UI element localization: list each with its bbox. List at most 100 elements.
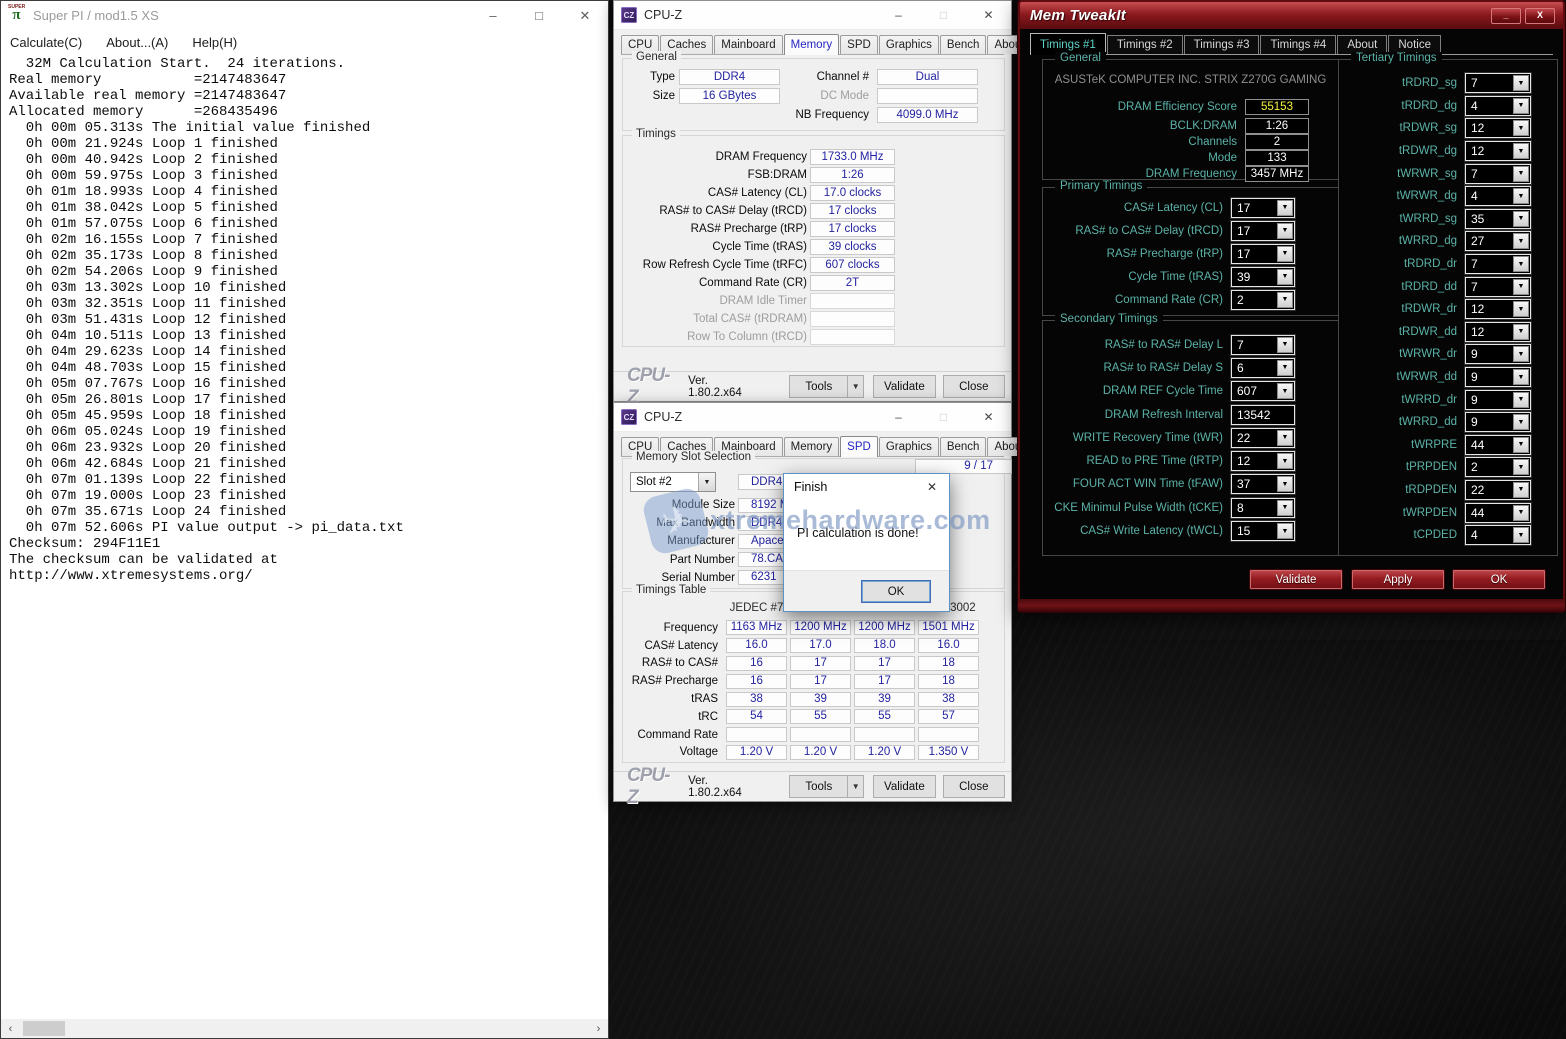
ok-button[interactable]: OK bbox=[861, 580, 931, 603]
dropdown-arrow-icon[interactable]: ▼ bbox=[1513, 346, 1529, 362]
validate-button[interactable]: Validate bbox=[1249, 569, 1343, 590]
cpuz-tab[interactable]: Memory bbox=[784, 34, 840, 55]
memtweakit-tab[interactable]: Timings #2 bbox=[1107, 35, 1183, 54]
timing-select[interactable]: 17 ▼ bbox=[1231, 244, 1295, 264]
scrollbar-thumb[interactable] bbox=[23, 1021, 65, 1036]
dropdown-arrow-icon[interactable]: ▼ bbox=[1513, 482, 1529, 498]
dropdown-arrow-icon[interactable]: ▼ bbox=[1277, 269, 1293, 285]
timing-select[interactable]: 22 ▼ bbox=[1465, 480, 1531, 500]
close-icon[interactable]: ✕ bbox=[966, 403, 1011, 431]
timing-select[interactable]: 39 ▼ bbox=[1231, 267, 1295, 287]
timing-select[interactable]: 17 ▼ bbox=[1231, 198, 1295, 218]
timing-select[interactable]: 7 ▼ bbox=[1465, 164, 1531, 184]
memtweakit-tab[interactable]: Timings #3 bbox=[1184, 35, 1260, 54]
timing-select[interactable]: 9 ▼ bbox=[1465, 390, 1531, 410]
minimize-icon[interactable]: – bbox=[876, 1, 921, 29]
memtweakit-titlebar[interactable]: Mem TweakIt _ X bbox=[1020, 2, 1563, 29]
scroll-left-icon[interactable]: ‹ bbox=[1, 1023, 20, 1035]
timing-select[interactable]: 12 ▼ bbox=[1465, 118, 1531, 138]
timing-select[interactable]: 9 ▼ bbox=[1465, 367, 1531, 387]
dropdown-arrow-icon[interactable]: ▼ bbox=[1513, 369, 1529, 385]
ok-button[interactable]: OK bbox=[1452, 569, 1546, 590]
close-icon[interactable]: X bbox=[1525, 8, 1555, 24]
minimize-icon[interactable]: – bbox=[470, 1, 516, 30]
cpuz-tab[interactable]: SPD bbox=[840, 35, 878, 54]
timing-select[interactable]: 4 ▼ bbox=[1465, 186, 1531, 206]
menu-item[interactable]: Help(H) bbox=[192, 35, 237, 50]
timing-select[interactable]: 6 ▼ bbox=[1231, 358, 1295, 378]
cpuz-titlebar[interactable]: CZ CPU-Z – □ ✕ bbox=[614, 1, 1011, 30]
menu-item[interactable]: Calculate(C) bbox=[10, 35, 82, 50]
dropdown-arrow-icon[interactable]: ▼ bbox=[1513, 233, 1529, 249]
dropdown-arrow-icon[interactable]: ▼ bbox=[1513, 301, 1529, 317]
dropdown-arrow-icon[interactable]: ▼ bbox=[698, 473, 715, 491]
timing-select[interactable]: 13542 ▼ bbox=[1231, 405, 1295, 425]
cpuz-tab[interactable]: SPD bbox=[840, 436, 878, 457]
timing-select[interactable]: 607 ▼ bbox=[1231, 381, 1295, 401]
dropdown-arrow-icon[interactable]: ▼ bbox=[1277, 246, 1293, 262]
dropdown-arrow-icon[interactable]: ▼ bbox=[1513, 527, 1529, 543]
cpuz-tab[interactable]: Bench bbox=[940, 437, 987, 456]
dropdown-arrow-icon[interactable]: ▼ bbox=[1277, 523, 1293, 539]
cpuz-tab[interactable]: Graphics bbox=[879, 35, 939, 54]
scroll-right-icon[interactable]: › bbox=[589, 1023, 608, 1035]
timing-select[interactable]: 22 ▼ bbox=[1231, 428, 1295, 448]
dropdown-arrow-icon[interactable]: ▼ bbox=[1277, 476, 1293, 492]
dropdown-arrow-icon[interactable]: ▼ bbox=[1513, 256, 1529, 272]
minimize-icon[interactable]: – bbox=[876, 403, 921, 431]
dropdown-arrow-icon[interactable]: ▼ bbox=[1513, 279, 1529, 295]
timing-select[interactable]: 8 ▼ bbox=[1231, 498, 1295, 518]
maximize-icon[interactable]: □ bbox=[516, 1, 562, 30]
timing-select[interactable]: 2 ▼ bbox=[1465, 457, 1531, 477]
horizontal-scrollbar[interactable]: ‹ › bbox=[1, 1019, 608, 1038]
tools-button[interactable]: Tools bbox=[789, 375, 848, 398]
timing-select[interactable]: 12 ▼ bbox=[1465, 299, 1531, 319]
dialog-titlebar[interactable]: Finish ✕ bbox=[784, 474, 949, 500]
timing-select[interactable]: 12 ▼ bbox=[1465, 322, 1531, 342]
close-icon[interactable]: ✕ bbox=[915, 474, 949, 500]
tools-dropdown-arrow-icon[interactable]: ▼ bbox=[847, 375, 864, 398]
dropdown-arrow-icon[interactable]: ▼ bbox=[1277, 430, 1293, 446]
cpuz-tab[interactable]: Memory bbox=[784, 437, 840, 456]
timing-select[interactable]: 27 ▼ bbox=[1465, 231, 1531, 251]
dropdown-arrow-icon[interactable]: ▼ bbox=[1513, 211, 1529, 227]
validate-button[interactable]: Validate bbox=[873, 775, 935, 798]
dropdown-arrow-icon[interactable]: ▼ bbox=[1513, 392, 1529, 408]
close-button[interactable]: Close bbox=[943, 375, 1005, 398]
dropdown-arrow-icon[interactable]: ▼ bbox=[1277, 500, 1293, 516]
cpuz-titlebar[interactable]: CZ CPU-Z – □ ✕ bbox=[614, 403, 1011, 432]
memtweakit-tab[interactable]: Timings #4 bbox=[1260, 35, 1336, 54]
timing-select[interactable]: 7 ▼ bbox=[1465, 277, 1531, 297]
timing-select[interactable]: 44 ▼ bbox=[1465, 435, 1531, 455]
cpuz-tab[interactable]: Graphics bbox=[879, 437, 939, 456]
slot-select[interactable]: Slot #2 ▼ bbox=[630, 472, 716, 492]
timing-select[interactable]: 7 ▼ bbox=[1465, 73, 1531, 93]
dropdown-arrow-icon[interactable]: ▼ bbox=[1277, 292, 1293, 308]
timing-select[interactable]: 15 ▼ bbox=[1231, 521, 1295, 541]
timing-select[interactable]: 2 ▼ bbox=[1231, 290, 1295, 310]
dropdown-arrow-icon[interactable]: ▼ bbox=[1513, 188, 1529, 204]
dropdown-arrow-icon[interactable]: ▼ bbox=[1513, 75, 1529, 91]
dropdown-arrow-icon[interactable]: ▼ bbox=[1513, 437, 1529, 453]
dropdown-arrow-icon[interactable]: ▼ bbox=[1513, 324, 1529, 340]
dropdown-arrow-icon[interactable]: ▼ bbox=[1277, 360, 1293, 376]
dropdown-arrow-icon[interactable]: ▼ bbox=[1513, 459, 1529, 475]
dropdown-arrow-icon[interactable]: ▼ bbox=[1513, 166, 1529, 182]
dropdown-arrow-icon[interactable]: ▼ bbox=[1513, 414, 1529, 430]
timing-select[interactable]: 4 ▼ bbox=[1465, 525, 1531, 545]
tools-button[interactable]: Tools bbox=[789, 775, 848, 798]
cpuz-tab[interactable]: Mainboard bbox=[714, 35, 782, 54]
timing-select[interactable]: 37 ▼ bbox=[1231, 474, 1295, 494]
close-icon[interactable]: ✕ bbox=[562, 1, 608, 30]
superpi-titlebar[interactable]: SUPERπ Super PI / mod1.5 XS – □ ✕ bbox=[1, 1, 608, 30]
apply-button[interactable]: Apply bbox=[1351, 569, 1445, 590]
timing-select[interactable]: 35 ▼ bbox=[1465, 209, 1531, 229]
dropdown-arrow-icon[interactable]: ▼ bbox=[1513, 505, 1529, 521]
tools-dropdown-arrow-icon[interactable]: ▼ bbox=[847, 775, 864, 798]
dropdown-arrow-icon[interactable]: ▼ bbox=[1277, 337, 1293, 353]
dropdown-arrow-icon[interactable]: ▼ bbox=[1277, 223, 1293, 239]
timing-select[interactable]: 17 ▼ bbox=[1231, 221, 1295, 241]
timing-select[interactable]: 44 ▼ bbox=[1465, 503, 1531, 523]
close-icon[interactable]: ✕ bbox=[966, 1, 1011, 29]
timing-select[interactable]: 12 ▼ bbox=[1231, 451, 1295, 471]
